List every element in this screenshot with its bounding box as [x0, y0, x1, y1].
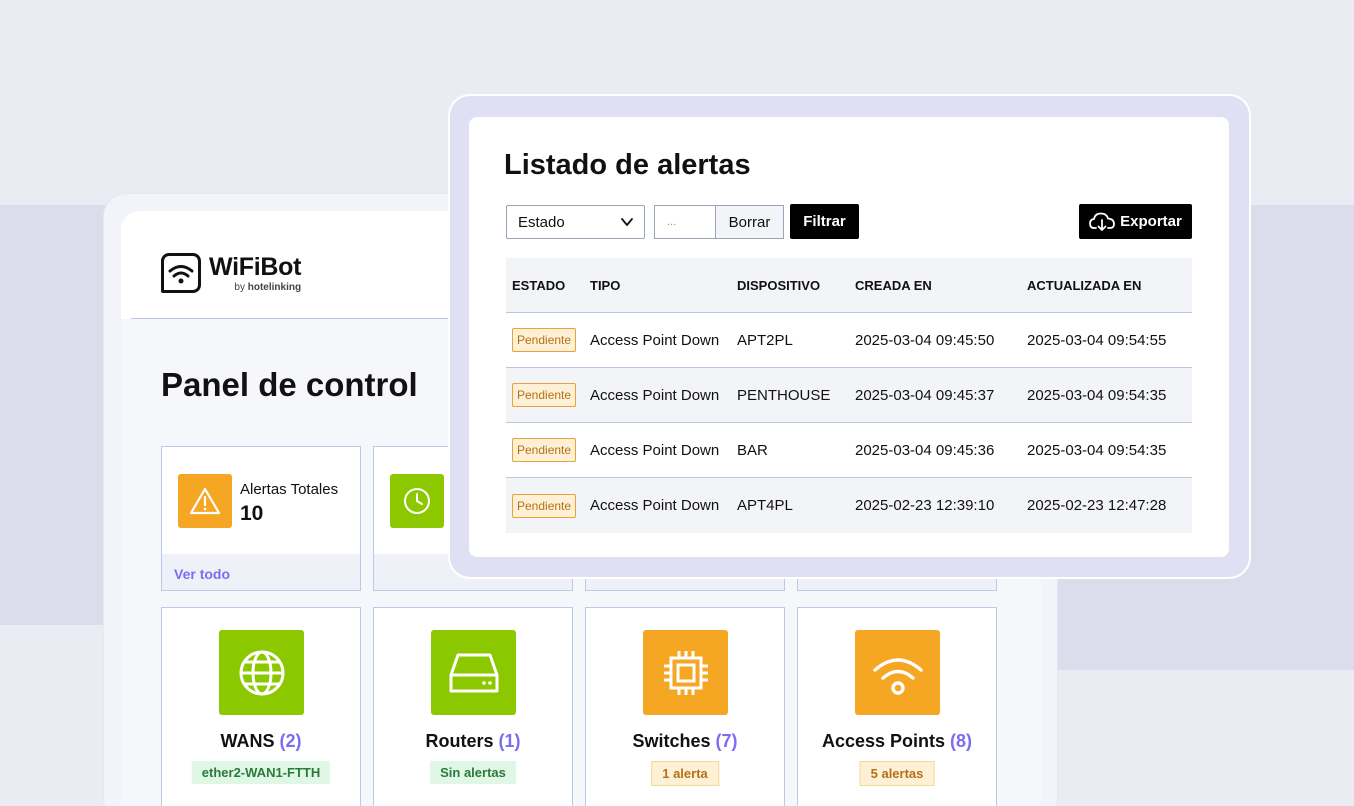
view-all-link[interactable]: Ver todo	[162, 554, 360, 590]
cell-actualizada: 2025-03-04 09:54:55	[1027, 331, 1167, 349]
device-name: WANS	[220, 731, 275, 751]
clock-icon	[390, 474, 444, 528]
alerts-title: Listado de alertas	[504, 149, 751, 181]
cell-dispositivo: APT4PL	[737, 497, 793, 514]
export-button[interactable]: Exportar	[1079, 204, 1192, 239]
cell-actualizada: 2025-03-04 09:54:35	[1027, 441, 1167, 459]
device-name: Access Points	[821, 731, 946, 751]
brand-by-prefix: by	[234, 282, 245, 293]
cell-dispositivo: PENTHOUSE	[737, 386, 831, 404]
device-count: (8)	[950, 731, 973, 751]
export-label: Exportar	[1120, 213, 1182, 230]
device-title: Access Points (8)	[798, 731, 996, 752]
column-header-actualizada[interactable]: ACTUALIZADA EN	[1025, 278, 1192, 293]
cell-actualizada: 2025-02-23 12:47:28	[1027, 497, 1167, 514]
stat-card-alerts: Alertas Totales 10 Ver todo	[161, 446, 361, 591]
cell-creada: 2025-03-04 09:45:37	[855, 386, 995, 404]
router-icon	[431, 630, 516, 715]
device-status-badge: 1 alerta	[651, 761, 719, 786]
device-status-badge: Sin alertas	[430, 761, 516, 784]
table-row[interactable]: Pendiente Access Point Down PENTHOUSE 20…	[506, 368, 1192, 423]
cell-tipo: Access Point Down	[590, 441, 720, 459]
globe-icon	[219, 630, 304, 715]
cell-tipo: Access Point Down	[590, 331, 720, 349]
alerts-table: ESTADO TIPO DISPOSITIVO CREADA EN ACTUAL…	[506, 258, 1192, 533]
alerts-window: Listado de alertas Estado ... Borrar Fil…	[469, 117, 1229, 557]
device-count: (1)	[498, 731, 521, 751]
filter-button[interactable]: Filtrar	[790, 204, 859, 239]
device-title: Switches (7)	[586, 731, 784, 752]
column-header-creada[interactable]: CREADA EN	[854, 278, 1025, 293]
brand-logo[interactable]: WiFiBot by hotelinking	[161, 253, 301, 293]
table-header: ESTADO TIPO DISPOSITIVO CREADA EN ACTUAL…	[506, 258, 1192, 313]
device-name: Switches	[632, 731, 711, 751]
device-card-access-points[interactable]: Access Points (8) 5 alertas	[797, 607, 997, 806]
brand-name: WiFiBot	[209, 253, 302, 281]
cell-creada: 2025-03-04 09:45:50	[855, 331, 995, 349]
cell-dispositivo: BAR	[737, 441, 768, 459]
device-card-switches[interactable]: Switches (7) 1 alerta	[585, 607, 785, 806]
chip-icon	[643, 630, 728, 715]
chevron-down-icon	[621, 218, 633, 226]
date-filter-input[interactable]: ...	[654, 205, 716, 239]
device-card-routers[interactable]: Routers (1) Sin alertas	[373, 607, 573, 806]
device-card-wans[interactable]: WANS (2) ether2-WAN1-FTTH	[161, 607, 361, 806]
wifi-logo-icon	[161, 253, 201, 293]
device-name: Routers	[425, 731, 494, 751]
cell-tipo: Access Point Down	[590, 497, 720, 514]
wifi-icon	[855, 630, 940, 715]
cell-creada: 2025-03-04 09:45:36	[855, 441, 995, 459]
device-count: (2)	[279, 731, 302, 751]
device-count: (7)	[715, 731, 738, 751]
cell-dispositivo: APT2PL	[737, 331, 793, 349]
status-badge: Pendiente	[512, 438, 577, 462]
clear-button[interactable]: Borrar	[715, 205, 784, 239]
column-header-tipo[interactable]: TIPO	[590, 278, 737, 293]
table-row[interactable]: Pendiente Access Point Down APT2PL 2025-…	[506, 313, 1192, 368]
cell-tipo: Access Point Down	[590, 386, 720, 404]
table-row[interactable]: Pendiente Access Point Down BAR 2025-03-…	[506, 423, 1192, 478]
brand-byline: by hotelinking	[209, 282, 301, 293]
stat-label: Alertas Totales	[240, 481, 339, 498]
device-status-badge: ether2-WAN1-FTTH	[191, 761, 331, 784]
header-divider	[131, 318, 461, 319]
cell-actualizada: 2025-03-04 09:54:35	[1027, 386, 1167, 404]
cloud-download-icon	[1089, 212, 1116, 231]
status-badge: Pendiente	[512, 493, 577, 518]
column-header-estado[interactable]: ESTADO	[506, 278, 590, 293]
warning-icon	[178, 474, 232, 528]
device-status-badge: 5 alertas	[859, 761, 935, 786]
column-header-dispositivo[interactable]: DISPOSITIVO	[737, 278, 854, 293]
status-filter-select[interactable]: Estado	[506, 205, 645, 239]
page-title: Panel de control	[161, 366, 418, 403]
device-title: Routers (1)	[374, 731, 572, 752]
cell-creada: 2025-02-23 12:39:10	[855, 497, 995, 514]
device-title: WANS (2)	[162, 731, 360, 752]
brand-by-name: hotelinking	[247, 282, 302, 293]
status-badge: Pendiente	[512, 328, 577, 352]
status-filter-value: Estado	[518, 214, 565, 231]
table-row[interactable]: Pendiente Access Point Down APT4PL 2025-…	[506, 478, 1192, 533]
stat-value: 10	[240, 502, 264, 525]
status-badge: Pendiente	[512, 383, 577, 407]
